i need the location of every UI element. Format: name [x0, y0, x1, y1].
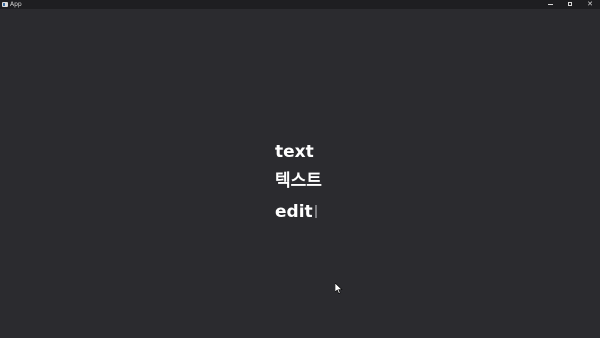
minimize-icon — [548, 4, 553, 5]
text-caret — [314, 205, 317, 218]
text-line-2: 텍스트 — [275, 171, 322, 191]
close-button[interactable]: ✕ — [581, 0, 599, 9]
minimize-button[interactable] — [542, 0, 560, 9]
window-title: App — [10, 1, 22, 8]
maximize-button[interactable] — [562, 0, 580, 9]
text-line-3[interactable]: edit — [275, 204, 317, 221]
app-icon — [2, 2, 8, 7]
app-window: App ✕ text 텍스트 edit — [0, 0, 600, 338]
title-bar[interactable]: App ✕ — [0, 0, 600, 9]
maximize-icon — [568, 2, 572, 6]
text-line-3-label: edit — [275, 202, 313, 222]
text-line-1: text — [275, 142, 314, 162]
close-icon: ✕ — [587, 0, 593, 8]
